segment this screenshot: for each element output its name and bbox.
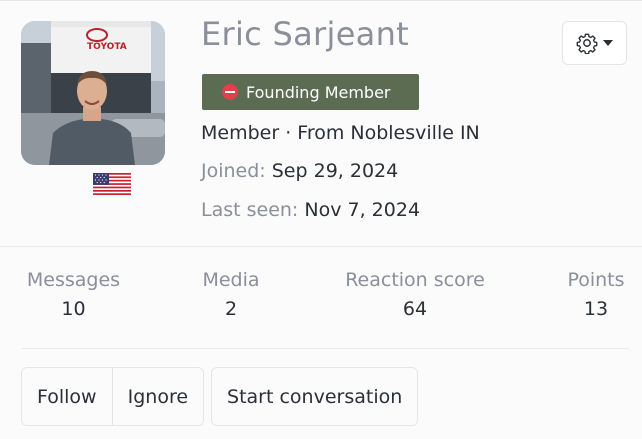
conversation-group: Start conversation — [211, 367, 419, 426]
stat-points[interactable]: Points 13 — [562, 269, 630, 320]
profile-actions: Follow Ignore Start conversation — [21, 367, 419, 426]
last-seen-value: Nov 7, 2024 — [304, 199, 421, 221]
stat-messages[interactable]: Messages 10 — [21, 269, 126, 320]
follow-ignore-group: Follow Ignore — [21, 367, 205, 426]
stat-reaction-score[interactable]: Reaction score 64 — [334, 269, 496, 320]
joined-label: Joined: — [201, 160, 266, 182]
stat-media[interactable]: Media 2 — [196, 269, 266, 320]
founding-member-badge: Founding Member — [202, 74, 419, 110]
member-location: Member · From Noblesville IN — [201, 122, 480, 144]
avatar[interactable]: TOYOTA — [21, 21, 165, 165]
stat-value: 64 — [402, 298, 428, 320]
username[interactable]: Eric Sarjeant — [201, 15, 409, 53]
stat-value: 2 — [224, 298, 238, 320]
start-conversation-button[interactable]: Start conversation — [212, 368, 418, 425]
joined-value: Sep 29, 2024 — [271, 160, 399, 182]
us-flag-icon — [93, 173, 131, 195]
last-seen-row: Last seen: Nov 7, 2024 — [201, 199, 420, 221]
badge-label: Founding Member — [246, 82, 391, 102]
no-entry-icon — [222, 84, 238, 100]
joined-row: Joined: Sep 29, 2024 — [201, 160, 398, 182]
ignore-button[interactable]: Ignore — [111, 368, 204, 425]
svg-text:TOYOTA: TOYOTA — [87, 42, 127, 52]
profile-stats: Messages 10 Media 2 Reaction score 64 Po… — [0, 247, 642, 352]
last-seen-label: Last seen: — [201, 199, 299, 221]
settings-menu-button[interactable] — [562, 21, 627, 65]
stat-label: Media — [202, 269, 260, 291]
stat-label: Points — [567, 269, 625, 291]
profile-header: TOYOTA Eric Sarjeant Founding Member Mem… — [0, 1, 642, 247]
avatar-photo: TOYOTA — [21, 21, 165, 165]
gear-icon — [576, 33, 597, 54]
stat-value: 10 — [61, 298, 86, 320]
chevron-down-icon — [602, 40, 613, 46]
follow-button[interactable]: Follow — [22, 368, 112, 425]
stat-label: Reaction score — [345, 269, 485, 291]
stat-label: Messages — [26, 269, 121, 291]
stat-value: 13 — [583, 298, 609, 320]
divider — [21, 348, 629, 349]
profile-card: TOYOTA Eric Sarjeant Founding Member Mem… — [0, 0, 642, 439]
